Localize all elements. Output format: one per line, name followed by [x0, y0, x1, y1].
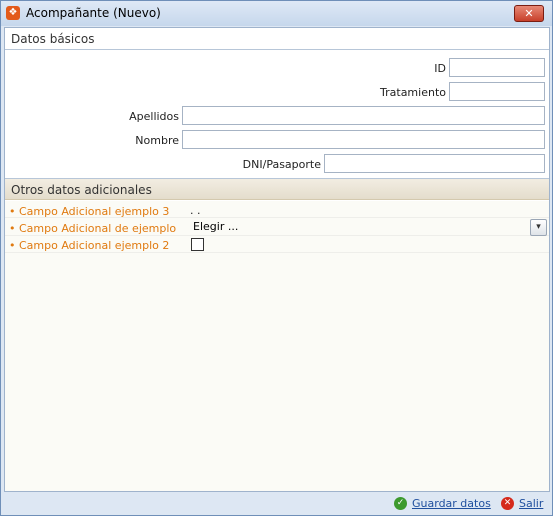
extra-label-3: • Campo Adicional ejemplo 3 [9, 205, 170, 218]
basic-data-panel: ID Tratamiento Apellidos Nombre DNI/Pasa… [5, 51, 549, 178]
title-bar[interactable]: ❖ Acompañante (Nuevo) ✕ [1, 1, 552, 26]
extra-value-3: . . [190, 204, 201, 217]
close-button[interactable]: ✕ [514, 5, 544, 22]
select-value: Elegir ... [193, 220, 239, 233]
id-label: ID [434, 62, 446, 75]
dialog-window: ❖ Acompañante (Nuevo) ✕ Datos básicos ID… [0, 0, 553, 516]
extra-label-2: • Campo Adicional ejemplo 2 [9, 239, 170, 252]
check-icon: ✓ [394, 497, 407, 510]
window-title: Acompañante (Nuevo) [26, 6, 161, 20]
app-logo-icon: ❖ [6, 6, 20, 20]
save-button[interactable]: Guardar datos [412, 497, 491, 510]
cancel-icon: ✕ [501, 497, 514, 510]
section-header-extra: Otros datos adicionales [5, 178, 549, 200]
extra-label-select: • Campo Adicional de ejemplo [9, 222, 177, 235]
section-header-basic: Datos básicos [5, 28, 549, 50]
exit-button[interactable]: Salir [519, 497, 543, 510]
nombre-field[interactable] [182, 130, 545, 149]
dni-field[interactable] [324, 154, 545, 173]
id-field[interactable] [449, 58, 545, 77]
dni-label: DNI/Pasaporte [242, 158, 321, 171]
apellidos-label: Apellidos [129, 110, 179, 123]
chevron-down-icon[interactable]: ▾ [530, 219, 547, 236]
nombre-label: Nombre [135, 134, 179, 147]
apellidos-field[interactable] [182, 106, 545, 125]
tratamiento-label: Tratamiento [380, 86, 446, 99]
form-content: Datos básicos ID Tratamiento Apellidos N… [4, 27, 550, 492]
campo-adicional-select[interactable]: Elegir ... ▾ [187, 219, 547, 236]
extra-data-panel: • Campo Adicional ejemplo 3 . . • Campo … [5, 201, 549, 491]
tratamiento-field[interactable] [449, 82, 545, 101]
campo-adicional-checkbox[interactable] [191, 238, 204, 251]
